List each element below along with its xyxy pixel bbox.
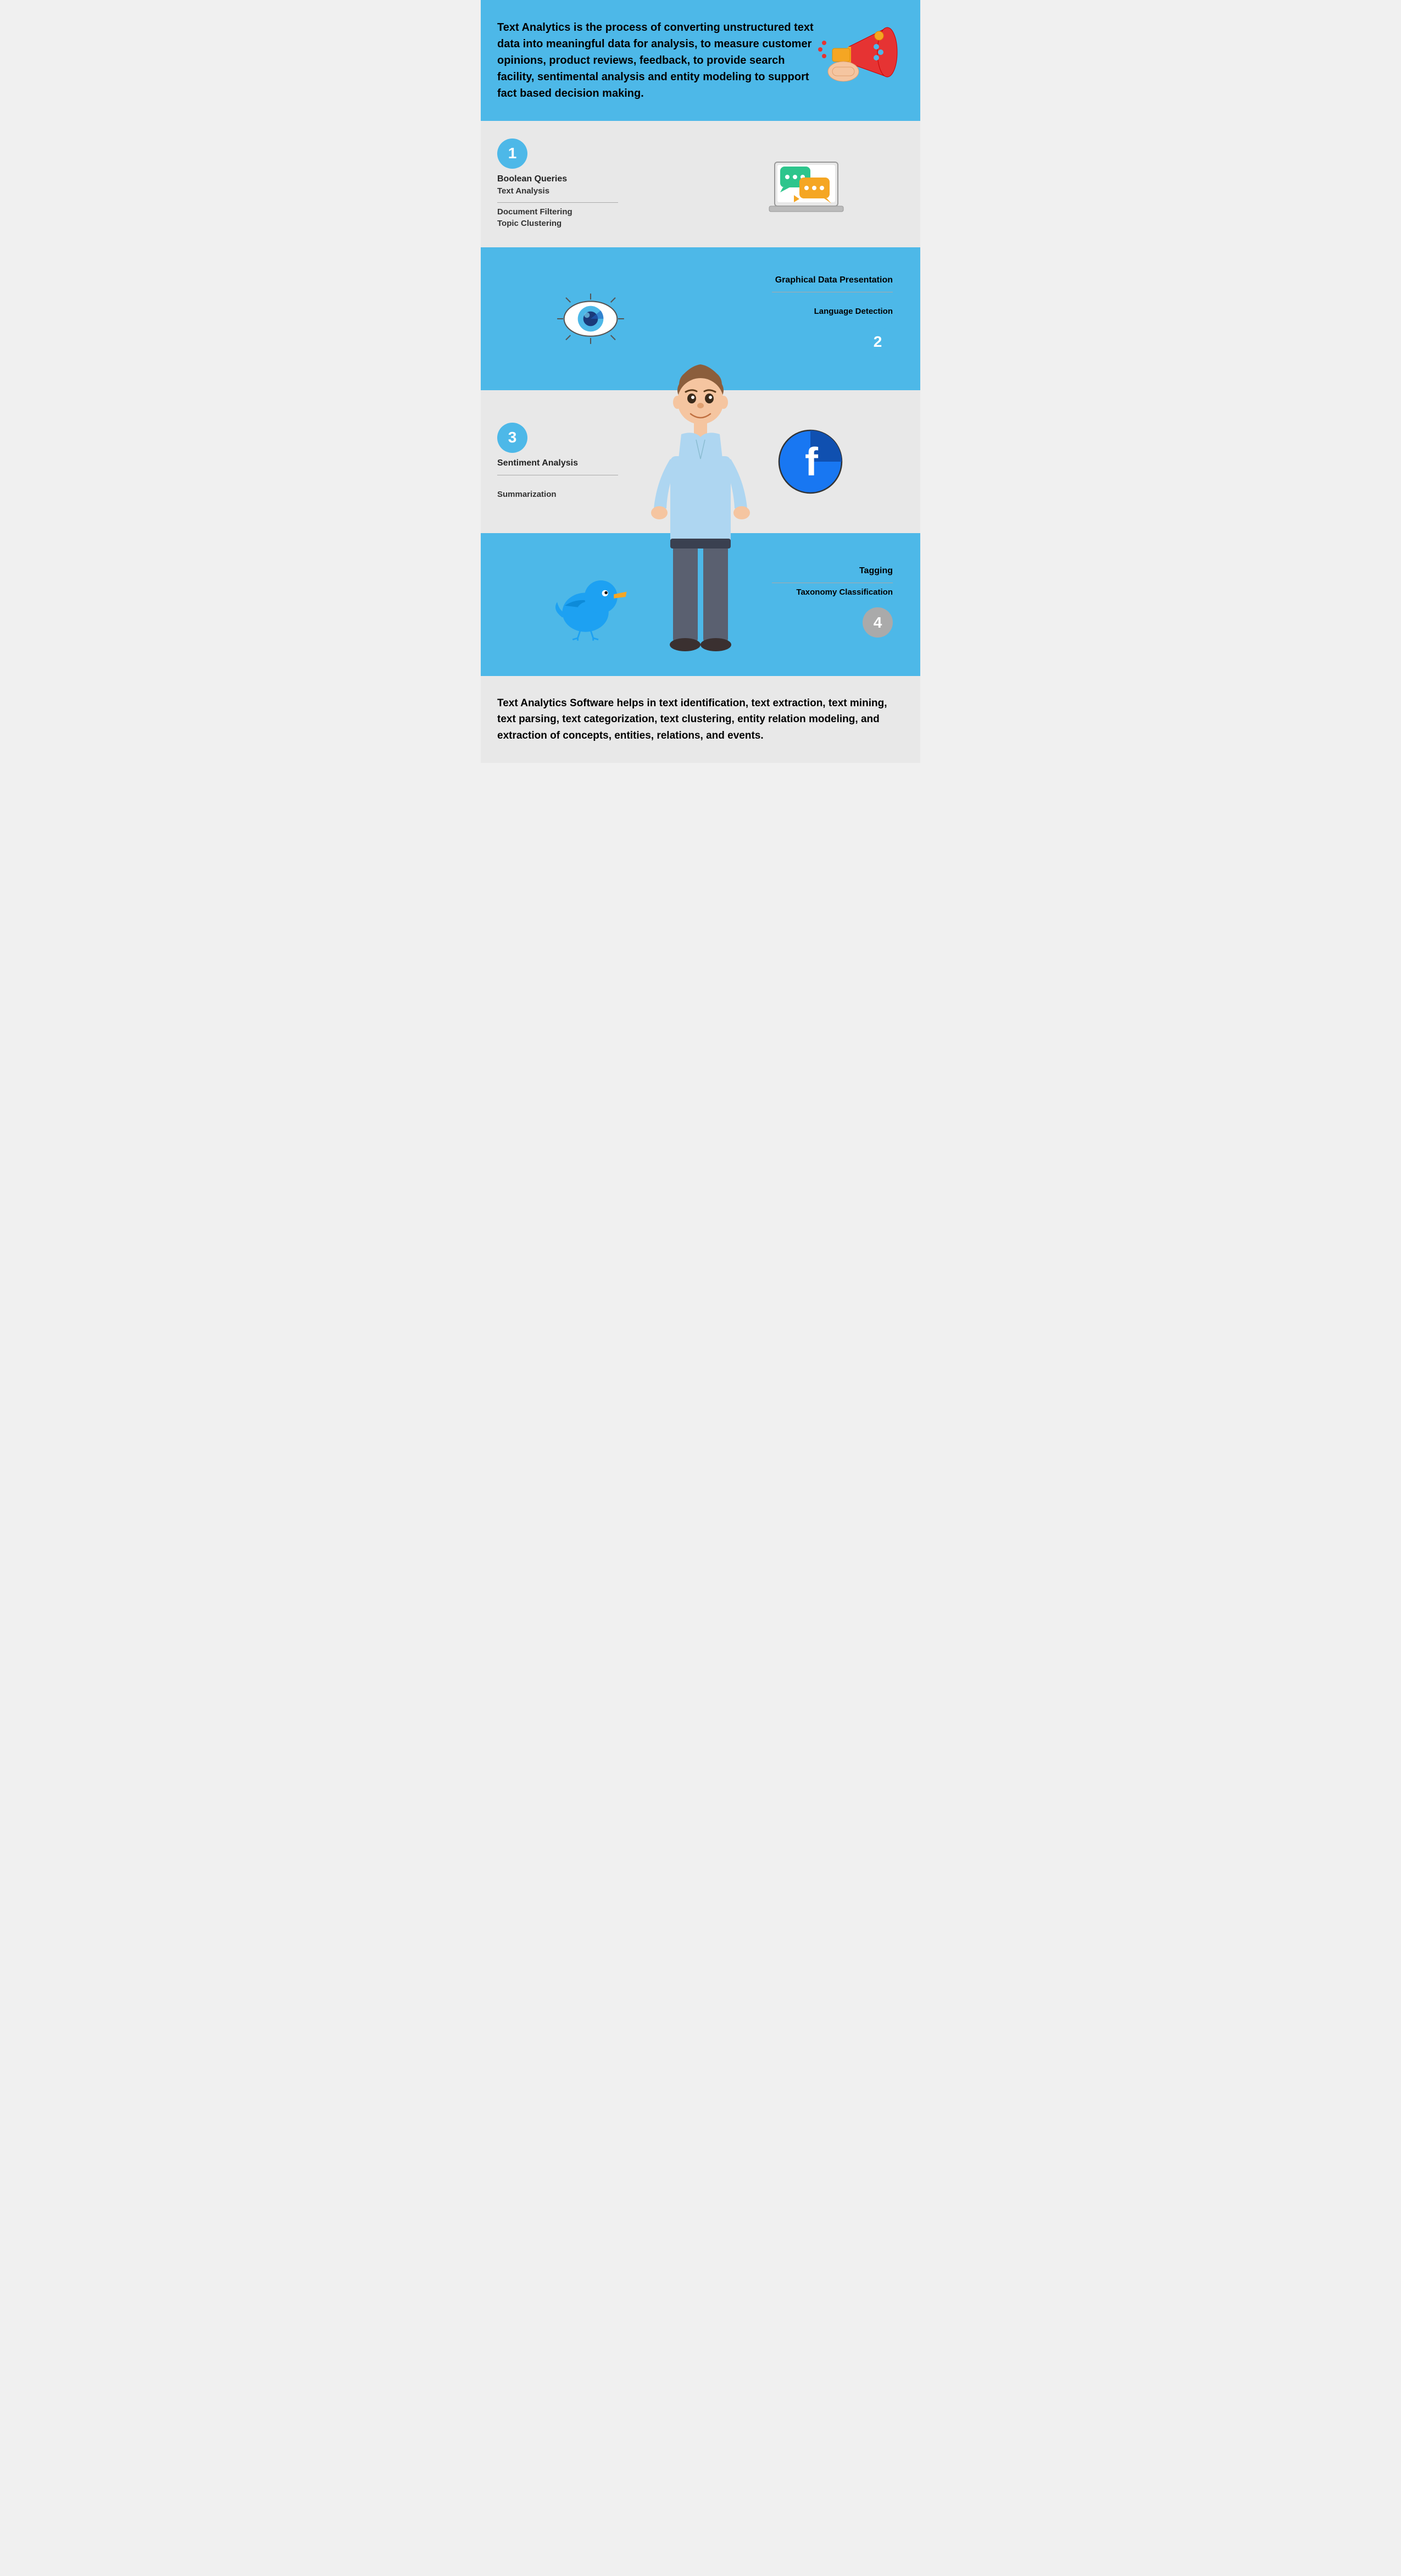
number-badge-2: 2: [863, 326, 893, 357]
row1-item2: Text Analysis: [497, 186, 684, 196]
row3-item1: Sentiment Analysis: [497, 458, 684, 468]
megaphone-icon: [816, 16, 904, 104]
row-4-left: [481, 533, 700, 676]
row-1-right: [700, 121, 920, 247]
rows-2-3-4-wrapper: Graphical Data Presentation Language Det…: [481, 247, 920, 676]
row-2-right: Graphical Data Presentation Language Det…: [700, 247, 920, 390]
row1-item4: Topic Clustering: [497, 219, 684, 228]
footer-section: Text Analytics Software helps in text id…: [481, 676, 920, 763]
row2-item1: Graphical Data Presentation: [775, 275, 893, 285]
row-2-left: [481, 247, 700, 390]
laptop-chat-icon: [766, 146, 854, 223]
row-3-left: 3 Sentiment Analysis Summarization: [481, 390, 700, 533]
facebook-icon: f: [777, 429, 843, 495]
row-2: Graphical Data Presentation Language Det…: [481, 247, 920, 390]
row4-item1: Tagging: [859, 566, 893, 576]
footer-text: Text Analytics Software helps in text id…: [497, 695, 904, 744]
svg-text:f: f: [805, 440, 819, 484]
row4-item2: Taxonomy Classification: [796, 588, 893, 597]
eye-icon: [549, 291, 632, 346]
number-badge-3: 3: [497, 423, 527, 453]
row1-item1: Boolean Queries: [497, 174, 684, 184]
number-badge-1: 1: [497, 139, 527, 169]
row3-item2: Summarization: [497, 490, 684, 499]
header-text: Text Analytics is the process of convert…: [497, 19, 816, 102]
row-1: 1 Boolean Queries Text Analysis Document…: [481, 121, 920, 247]
row-4-right: Tagging Taxonomy Classification 4: [700, 533, 920, 676]
row1-item3: Document Filtering: [497, 207, 684, 217]
number-badge-4: 4: [863, 607, 893, 638]
row-4: Tagging Taxonomy Classification 4: [481, 533, 920, 676]
row-3: 3 Sentiment Analysis Summarization f: [481, 390, 920, 533]
row-1-left: 1 Boolean Queries Text Analysis Document…: [481, 121, 700, 247]
twitter-icon: [549, 566, 632, 643]
row-3-right: f: [700, 390, 920, 533]
header-section: Text Analytics is the process of convert…: [481, 0, 920, 121]
row2-item2: Language Detection: [814, 307, 893, 316]
row1-divider: [497, 202, 618, 203]
